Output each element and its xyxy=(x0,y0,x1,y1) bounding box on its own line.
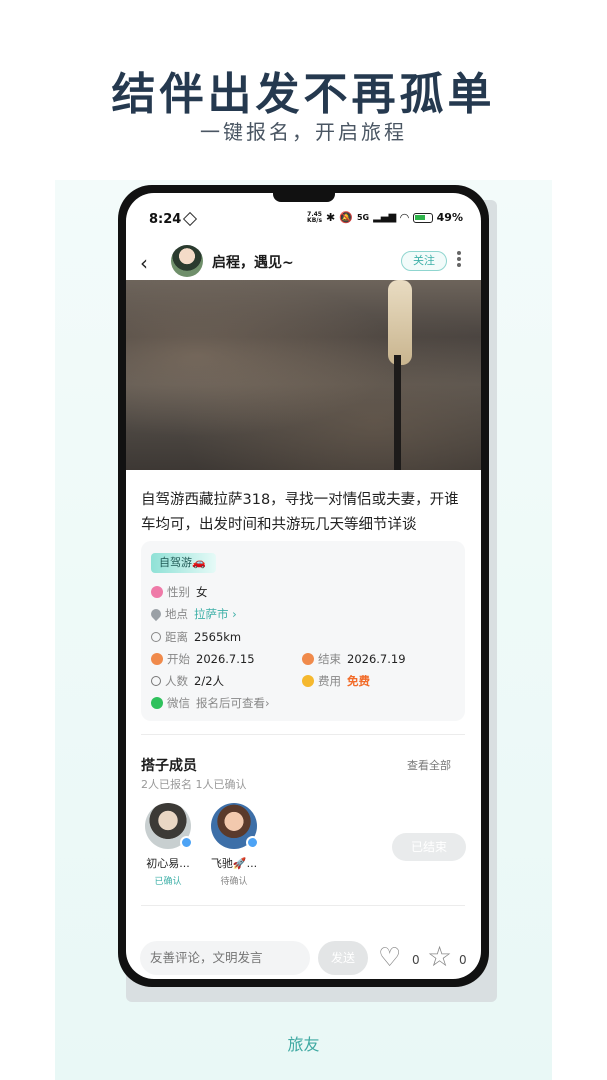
member-item[interactable]: 初心易... 已确认 xyxy=(138,803,198,887)
member-status: 已确认 xyxy=(154,877,182,887)
bluetooth-icon: ✱ xyxy=(326,211,336,224)
phone-frame: 8:24 7.45 KB/s ✱ 🔕 5G ▂▄▆ ◠ 49% ‹ 启程，遇见~… xyxy=(118,185,489,987)
members-count: 2人已报名 1人已确认 xyxy=(141,778,247,791)
members-title: 搭子成员 xyxy=(141,758,197,774)
more-icon[interactable] xyxy=(457,251,461,269)
location-row[interactable]: 地点 拉萨市 › xyxy=(148,606,237,622)
fee-icon xyxy=(302,675,314,687)
people-value: 2/2人 xyxy=(194,674,225,688)
battery-icon xyxy=(412,212,433,223)
net-speed: 7.45 KB/s xyxy=(307,211,323,224)
view-all-link[interactable]: 查看全部 xyxy=(407,757,451,773)
author-name[interactable]: 启程，遇见~ xyxy=(212,252,294,272)
divider xyxy=(141,905,465,906)
gender-value: 女 xyxy=(196,585,208,599)
wechat-value[interactable]: 报名后可查看› xyxy=(196,695,270,711)
member-item[interactable]: 飞驰🚀... 待确认 xyxy=(204,803,264,887)
camera-notch xyxy=(273,193,335,202)
location-value[interactable]: 拉萨市 › xyxy=(194,606,237,622)
end-value: 2026.7.19 xyxy=(347,652,406,666)
member-avatar[interactable] xyxy=(145,803,193,849)
like-count: 0 xyxy=(412,953,420,967)
location-label: 地点 xyxy=(165,607,188,621)
wechat-label: 微信 xyxy=(167,696,190,710)
divider xyxy=(141,734,465,735)
distance-icon xyxy=(151,632,161,642)
gender-icon xyxy=(151,586,163,598)
end-clock-icon xyxy=(302,653,314,665)
wechat-icon xyxy=(151,697,163,709)
trip-type-tag: 自驾游🚗 xyxy=(151,553,216,573)
status-bar: 8:24 7.45 KB/s ✱ 🔕 5G ▂▄▆ ◠ 49% xyxy=(126,209,481,231)
wechat-row[interactable]: 微信 报名后可查看› xyxy=(151,695,270,711)
member-name: 飞驰🚀... xyxy=(210,857,258,870)
follow-button[interactable]: 关注 xyxy=(401,251,447,271)
mute-icon: 🔕 xyxy=(339,211,353,224)
send-button[interactable]: 发送 xyxy=(318,941,368,975)
trip-info-card: 自驾游🚗 性别 女 地点 拉萨市 › 距离 2565km 开始 2026.7.1… xyxy=(141,541,465,721)
location-pin-icon xyxy=(148,606,164,622)
post-photo[interactable] xyxy=(126,280,481,470)
star-count: 0 xyxy=(459,953,467,967)
member-status: 待确认 xyxy=(220,877,248,887)
nfc-icon xyxy=(182,211,198,227)
people-icon xyxy=(151,676,161,686)
post-text: 自驾游西藏拉萨318，寻找一对情侣或夫妻，开谁车均可，出发时间和共游玩几天等细节… xyxy=(141,492,459,533)
star-icon[interactable]: ☆ xyxy=(427,943,452,971)
start-row: 开始 2026.7.15 xyxy=(151,651,255,667)
ended-button[interactable]: 已结束 xyxy=(392,833,466,861)
end-label: 结束 xyxy=(318,652,341,666)
member-avatar[interactable] xyxy=(211,803,259,849)
author-avatar[interactable] xyxy=(171,245,203,277)
member-badge-icon xyxy=(180,836,193,849)
people-row: 人数 2/2人 xyxy=(151,673,224,689)
fee-row: 费用 免费 xyxy=(302,673,370,689)
net-speed-unit: KB/s xyxy=(307,216,323,224)
phone-screen: 8:24 7.45 KB/s ✱ 🔕 5G ▂▄▆ ◠ 49% ‹ 启程，遇见~… xyxy=(126,193,481,979)
status-icons: 7.45 KB/s ✱ 🔕 5G ▂▄▆ ◠ 49% xyxy=(307,211,463,224)
signal-icon: ▂▄▆ xyxy=(373,212,397,223)
status-time: 8:24 xyxy=(149,212,182,227)
fee-label: 费用 xyxy=(318,674,341,688)
footer-label: 旅友 xyxy=(287,1035,320,1054)
fee-value: 免费 xyxy=(347,674,370,688)
people-label: 人数 xyxy=(165,674,188,688)
distance-label: 距离 xyxy=(165,630,188,644)
end-row: 结束 2026.7.19 xyxy=(302,651,406,667)
signal-label: 5G xyxy=(356,213,370,222)
photo-pole xyxy=(394,355,401,470)
heart-icon[interactable]: ♡ xyxy=(378,945,401,971)
battery-percent: 49% xyxy=(436,211,463,224)
back-icon[interactable]: ‹ xyxy=(140,251,148,275)
gender-label: 性别 xyxy=(167,585,190,599)
promo-headline: 结伴出发不再孤单 xyxy=(111,69,496,120)
start-label: 开始 xyxy=(167,652,190,666)
distance-value: 2565km xyxy=(194,630,242,644)
promo-subline: 一键报名，开启旅程 xyxy=(200,120,407,144)
nav-bar: ‹ 启程，遇见~ 关注 xyxy=(126,239,481,283)
member-name: 初心易... xyxy=(146,857,190,870)
gender-row: 性别 女 xyxy=(151,584,208,600)
comment-input[interactable] xyxy=(140,941,310,975)
photo-scarf xyxy=(388,280,412,365)
distance-row: 距离 2565km xyxy=(151,629,241,645)
start-value: 2026.7.15 xyxy=(196,652,255,666)
start-clock-icon xyxy=(151,653,163,665)
wifi-icon: ◠ xyxy=(400,211,409,224)
member-badge-icon xyxy=(246,836,259,849)
